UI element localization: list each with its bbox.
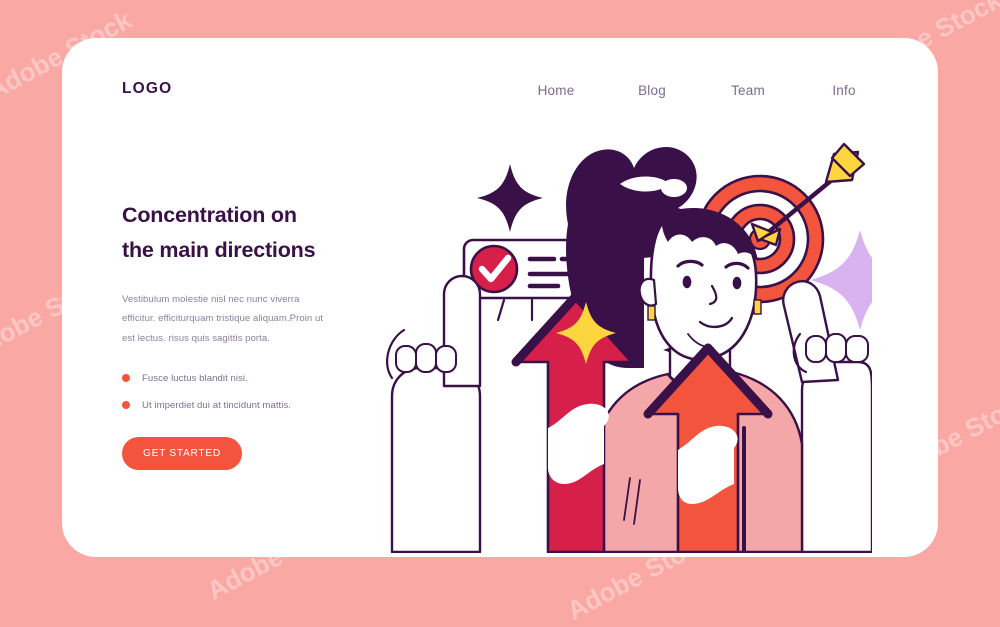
bullet-dot-icon (122, 401, 130, 410)
hand-left-icon (386, 274, 482, 553)
nav-item-home[interactable]: Home (508, 83, 604, 98)
main-nav: Home Blog Team Info (508, 83, 892, 98)
earring-left-icon (647, 305, 656, 321)
list-item: Ut imperdiet dui at tincidunt mattis. (122, 400, 390, 411)
hero-text-column: Concentration on the main directions Ves… (122, 198, 390, 470)
landing-card: LOGO Home Blog Team Info Concentration o… (62, 38, 938, 557)
hero-illustration (382, 128, 872, 553)
headline-line-2: the main directions (122, 237, 316, 262)
get-started-button[interactable]: GET STARTED (122, 436, 242, 470)
character-head-icon (638, 208, 762, 361)
list-item-label: Ut imperdiet dui at tincidunt mattis. (142, 399, 292, 411)
headline-line-1: Concentration on (122, 203, 297, 227)
page-root: Adobe Stock Adobe Stock Adobe Stock Adob… (0, 0, 1000, 626)
bullet-dot-icon (122, 374, 130, 383)
nav-item-info[interactable]: Info (796, 83, 892, 98)
page-title: Concentration on the main directions (122, 198, 390, 268)
earring-right-icon (753, 299, 762, 315)
nav-item-team[interactable]: Team (700, 83, 796, 98)
logo[interactable]: LOGO (122, 80, 172, 98)
list-item-label: Fusce luctus blandit nisi. (142, 372, 248, 384)
sparkle-purple-icon (477, 164, 543, 232)
list-item: Fusce luctus blandit nisi. (122, 373, 390, 384)
hero-body-text: Vestibulum molestie nisl nec nunc viverr… (122, 293, 324, 344)
nav-item-blog[interactable]: Blog (604, 83, 700, 98)
feature-list: Fusce luctus blandit nisi. Ut imperdiet … (122, 373, 390, 411)
